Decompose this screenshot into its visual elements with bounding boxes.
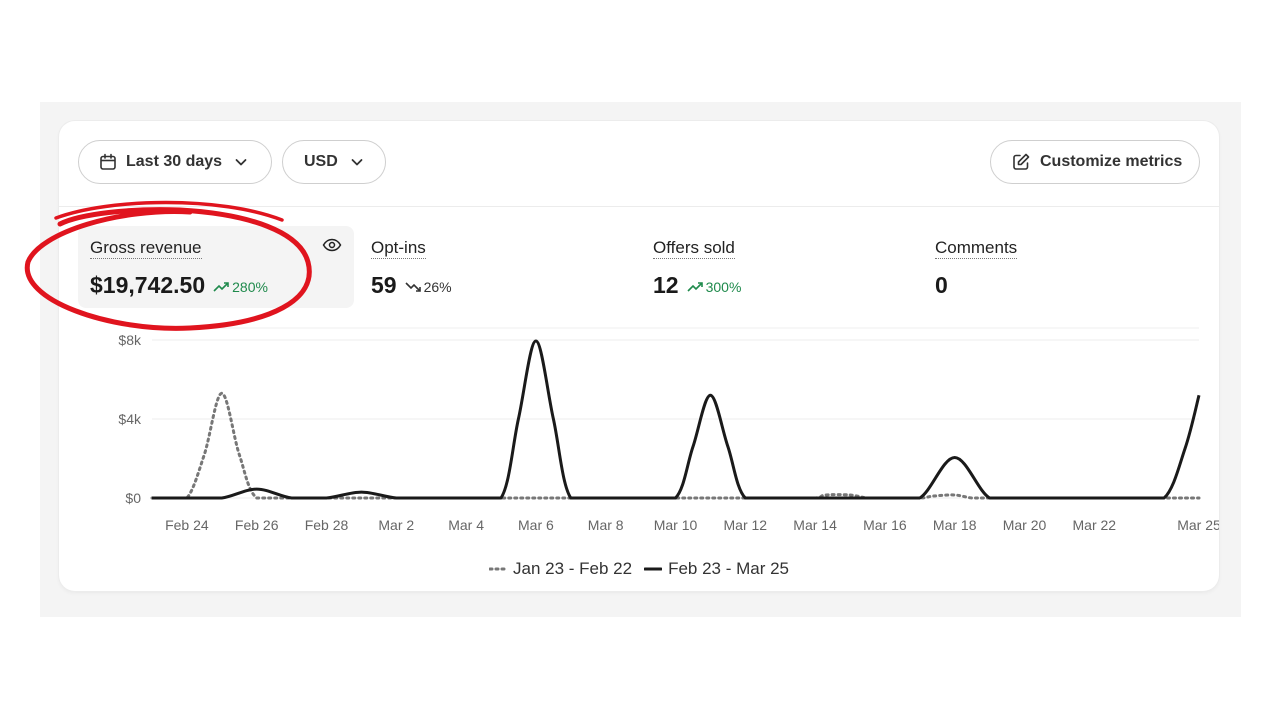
eye-icon[interactable]	[322, 238, 342, 252]
edit-icon	[1013, 153, 1030, 170]
x-tick-label: Feb 28	[305, 517, 349, 533]
currency-label: USD	[304, 153, 338, 170]
metric-delta-value: 280%	[232, 279, 268, 295]
x-tick-label: Mar 10	[654, 517, 698, 533]
revenue-chart: $0 $4k $8k Feb 24 Feb 26 Feb 28 Mar 2 Mar 4 Mar …	[118, 327, 1219, 533]
customize-metrics-label: Customize metrics	[1040, 153, 1183, 170]
legend-label: Jan 23 - Feb 22	[512, 559, 633, 578]
metric-label: Offers sold	[653, 238, 735, 259]
metric-value: 0	[935, 272, 948, 298]
analytics-card: $0 $4k $8k Feb 24 Feb 26 Feb 28 Mar 2 Mar 4 Mar …	[59, 121, 1219, 591]
metric-delta: 26%	[405, 279, 452, 295]
trend-down-icon	[405, 282, 421, 292]
metric-delta: 300%	[687, 279, 742, 295]
date-range-button[interactable]: Last 30 days	[78, 140, 272, 184]
toolbar-divider	[59, 206, 1219, 207]
legend-item-current[interactable]: Feb 23 - Mar 25	[644, 559, 789, 579]
x-tick-label: Mar 14	[793, 517, 837, 533]
metric-delta: 280%	[213, 279, 268, 295]
y-tick-label: $0	[125, 490, 141, 506]
x-tick-label: Feb 26	[235, 517, 279, 533]
currency-button[interactable]: USD	[282, 140, 386, 184]
y-tick-label: $8k	[118, 332, 142, 348]
x-tick-label: Mar 12	[724, 517, 768, 533]
customize-metrics-button[interactable]: Customize metrics	[990, 140, 1200, 184]
dotted-line-icon	[488, 567, 507, 571]
metric-value: 12	[653, 272, 679, 298]
metric-offers-sold[interactable]: Offers sold 12 300%	[641, 226, 911, 308]
x-tick-label: Mar 2	[378, 517, 414, 533]
metric-gross-revenue[interactable]: Gross revenue $19,742.50 280%	[78, 226, 354, 308]
metric-label: Gross revenue	[90, 238, 202, 259]
x-tick-label: Mar 20	[1003, 517, 1047, 533]
x-tick-label: Feb 24	[165, 517, 209, 533]
x-tick-label: Mar 8	[588, 517, 624, 533]
legend-label: Feb 23 - Mar 25	[668, 559, 790, 578]
x-tick-label: Mar 22	[1073, 517, 1117, 533]
metric-label: Comments	[935, 238, 1018, 259]
metric-delta-value: 300%	[705, 279, 742, 295]
metric-comments[interactable]: Comments 0	[923, 226, 1193, 308]
metric-delta-value: 26%	[423, 279, 452, 295]
date-range-label: Last 30 days	[126, 153, 223, 170]
legend-item-previous[interactable]: Jan 23 - Feb 22	[488, 559, 633, 579]
x-tick-label: Mar 25	[1177, 517, 1219, 533]
metric-value: $19,742.50	[90, 272, 206, 298]
x-tick-label: Mar 16	[863, 517, 907, 533]
trend-up-icon	[687, 282, 703, 292]
calendar-icon	[100, 153, 116, 170]
x-tick-label: Mar 6	[518, 517, 554, 533]
y-tick-label: $4k	[118, 411, 142, 427]
chevron-down-icon	[351, 159, 363, 166]
metric-value: 59	[371, 272, 397, 298]
metric-label: Opt-ins	[371, 238, 426, 259]
series-line-previous	[150, 391, 1201, 500]
trend-up-icon	[213, 282, 229, 292]
metric-opt-ins[interactable]: Opt-ins 59 26%	[359, 226, 629, 308]
chart-legend: Jan 23 - Feb 22 Feb 23 - Mar 25	[59, 559, 1219, 579]
x-tick-label: Mar 18	[933, 517, 977, 533]
chevron-down-icon	[235, 159, 247, 166]
x-tick-label: Mar 4	[448, 517, 484, 533]
solid-line-icon	[644, 567, 663, 571]
